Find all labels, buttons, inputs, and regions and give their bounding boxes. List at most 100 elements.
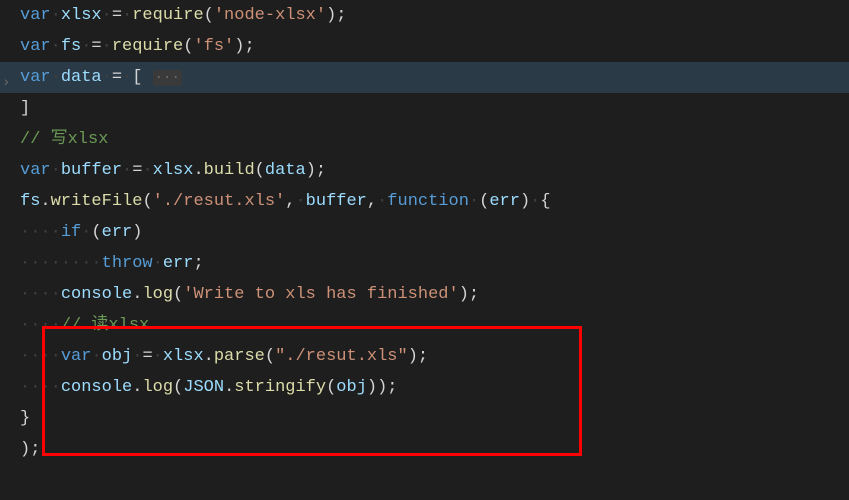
punctuation: )); [367,378,398,397]
whitespace: · [51,68,61,87]
punctuation: ( [91,223,101,242]
whitespace: · [153,347,163,366]
punctuation: ( [479,192,489,211]
function-call: parse [214,347,265,366]
operator: = [91,37,101,56]
variable: JSON [183,378,224,397]
whitespace: · [377,192,387,211]
punctuation: , [367,192,377,211]
code-line[interactable]: ····// 读xlsx [0,310,849,341]
variable: buffer [306,192,367,211]
whitespace: ···· [20,285,61,304]
punctuation: ( [204,6,214,25]
punctuation: ) [520,192,530,211]
punctuation: ( [265,347,275,366]
whitespace: · [51,37,61,56]
punctuation: . [193,161,203,180]
variable: fs [61,37,81,56]
whitespace: · [295,192,305,211]
variable: console [61,378,132,397]
code-line[interactable]: // 写xlsx [0,124,849,155]
variable: err [102,223,133,242]
keyword: function [387,192,469,211]
code-line[interactable]: ····if·(err) [0,217,849,248]
code-line-folded[interactable]: ›var·data·=·[ ··· [0,62,849,93]
keyword: var [20,6,51,25]
code-line[interactable]: ] [0,93,849,124]
whitespace: · [142,161,152,180]
punctuation: , [285,192,295,211]
keyword: var [20,161,51,180]
string: './resut.xls' [153,192,286,211]
code-editor[interactable]: var·xlsx·=·require('node-xlsx'); var·fs·… [0,0,849,465]
operator: = [112,68,122,87]
function-call: writeFile [51,192,143,211]
whitespace: · [530,192,540,211]
punctuation: ( [142,192,152,211]
punctuation: { [540,192,550,211]
variable: err [489,192,520,211]
whitespace: · [81,223,91,242]
function-call: log [142,285,173,304]
variable: data [265,161,306,180]
code-line[interactable]: fs.writeFile('./resut.xls',·buffer,·func… [0,186,849,217]
code-line[interactable]: ····console.log('Write to xls has finish… [0,279,849,310]
code-line[interactable]: ····var·obj·=·xlsx.parse("./resut.xls"); [0,341,849,372]
fold-indicator[interactable]: ··· [153,70,182,86]
keyword: var [61,347,92,366]
whitespace: ···· [20,316,61,335]
whitespace: ···· [20,223,61,242]
whitespace: · [153,254,163,273]
punctuation: [ [132,68,142,87]
whitespace: ···· [20,378,61,397]
punctuation: . [224,378,234,397]
variable: data [61,68,102,87]
punctuation: ( [173,285,183,304]
variable: console [61,285,132,304]
whitespace: · [122,68,132,87]
punctuation: ); [20,440,40,459]
variable: xlsx [163,347,204,366]
whitespace: · [122,161,132,180]
variable: err [163,254,194,273]
variable: obj [336,378,367,397]
punctuation: ); [408,347,428,366]
code-line[interactable]: ····console.log(JSON.stringify(obj)); [0,372,849,403]
code-line[interactable]: var·fs·=·require('fs'); [0,31,849,62]
whitespace: · [102,37,112,56]
whitespace: · [51,161,61,180]
variable: xlsx [61,6,102,25]
punctuation: . [132,378,142,397]
punctuation: ); [306,161,326,180]
string: 'Write to xls has finished' [183,285,458,304]
code-line[interactable]: } [0,403,849,434]
function-call: stringify [234,378,326,397]
function-call: require [112,37,183,56]
whitespace: ···· [20,347,61,366]
variable: obj [102,347,133,366]
whitespace: · [469,192,479,211]
keyword: var [20,68,51,87]
whitespace: · [102,6,112,25]
keyword: var [20,37,51,56]
function-call: require [132,6,203,25]
punctuation: ( [255,161,265,180]
punctuation: ) [132,223,142,242]
punctuation: ); [326,6,346,25]
code-line[interactable]: var·buffer·=·xlsx.build(data); [0,155,849,186]
punctuation: } [20,409,30,428]
operator: = [112,6,122,25]
code-line[interactable]: ); [0,434,849,465]
whitespace: · [132,347,142,366]
operator: = [132,161,142,180]
comment: // 写xlsx [20,130,108,149]
code-line[interactable]: ········throw·err; [0,248,849,279]
punctuation: ; [193,254,203,273]
whitespace: · [81,37,91,56]
comment: // 读xlsx [61,316,149,335]
keyword: if [61,223,81,242]
punctuation: ); [234,37,254,56]
whitespace: · [91,347,101,366]
whitespace: ········ [20,254,102,273]
code-line[interactable]: var·xlsx·=·require('node-xlsx'); [0,0,849,31]
